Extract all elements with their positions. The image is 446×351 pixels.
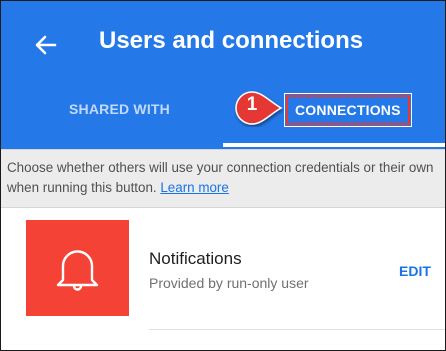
bell-icon (56, 250, 99, 291)
list-divider (149, 329, 445, 330)
active-tab-indicator (223, 143, 445, 147)
info-banner: Choose whether others will use your conn… (1, 149, 445, 208)
arrow-left-icon (35, 35, 57, 55)
tab-shared-with[interactable]: SHARED WITH (69, 101, 170, 117)
info-text: Choose whether others will use your conn… (7, 158, 445, 198)
learn-more-link[interactable]: Learn more (160, 180, 228, 195)
callout-number: 1 (246, 94, 258, 115)
tab-connections[interactable]: CONNECTIONS (284, 93, 412, 127)
edit-button[interactable]: EDIT (399, 263, 431, 279)
app-bar: Users and connections SHARED WITH 1 CONN… (1, 1, 445, 149)
connection-title: Notifications (149, 249, 242, 268)
users-connections-panel: Users and connections SHARED WITH 1 CONN… (0, 0, 446, 351)
back-button[interactable] (29, 27, 65, 63)
page-title: Users and connections (99, 27, 364, 54)
connection-subtitle: Provided by run-only user (149, 275, 309, 291)
notification-service-tile (26, 220, 129, 316)
